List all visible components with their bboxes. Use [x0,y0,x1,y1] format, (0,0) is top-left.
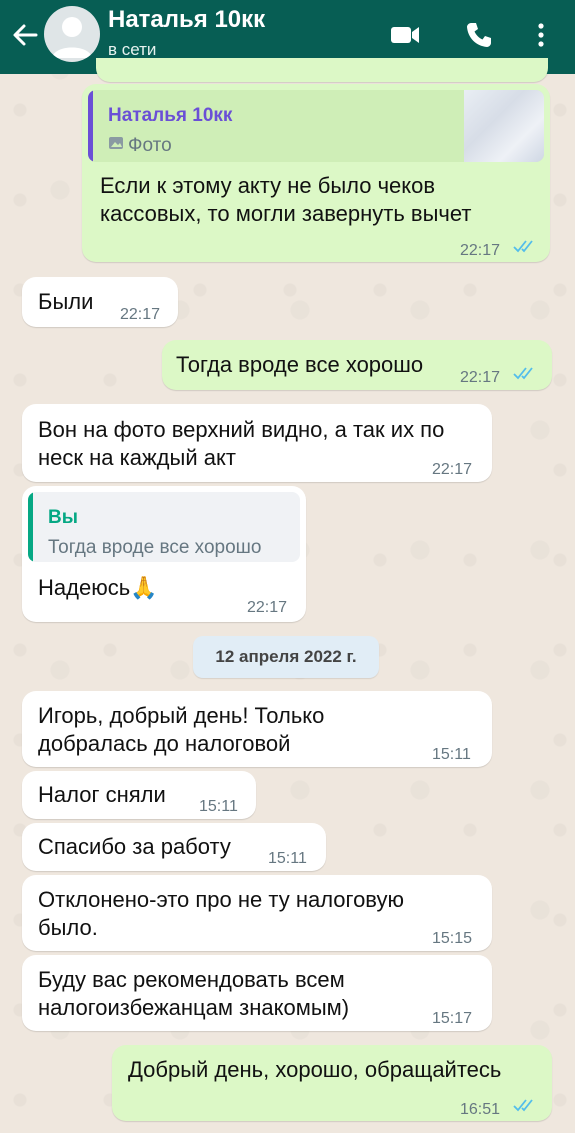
message-bubble-incoming[interactable]: Были 22:17 [22,277,178,327]
message-text: кассовых, то могли завернуть вычет [100,201,472,226]
message-text: Добрый день, хорошо, обращайтесь [128,1057,502,1082]
message-text: Вон на фото верхний видно, а так их по [38,417,445,442]
message-bubble-incoming[interactable]: Буду вас рекомендовать всем налогоизбежа… [22,955,492,1031]
reply-text: Фото [128,135,172,156]
message-time: 15:15 [432,930,473,947]
message-text: Отклонено-это про не ту налоговую [38,887,405,912]
message-text: Буду вас рекомендовать всем [38,967,345,992]
date-separator: 12 апреля 2022 г. [193,636,379,678]
reply-photo-thumbnail[interactable] [464,90,544,162]
message-time: 22:17 [432,461,473,478]
message-time: 22:17 [460,369,501,386]
message-time: 15:11 [268,850,307,867]
message-bubble-incoming[interactable]: Вы Тогда вроде все хорошо Надеюсь🙏 22:17 [22,486,306,622]
message-bubble-outgoing[interactable]: Тогда вроде все хорошо 22:17 [162,340,552,390]
read-ticks-icon [513,1099,533,1112]
message-text: Если к этому акту не было чеков [100,173,436,198]
read-ticks-icon [513,367,533,380]
message-bubble-incoming[interactable]: Спасибо за работу 15:11 [22,823,326,871]
message-time: 15:11 [432,746,471,763]
message-text: налогоизбежанцам знакомым) [38,995,350,1020]
photo-icon [109,137,123,149]
contact-name[interactable]: Наталья 10кк [108,6,265,34]
avatar[interactable] [44,6,100,62]
message-text: Были [38,289,94,314]
message-time: 15:11 [199,798,238,815]
message-text: Тогда вроде все хорошо [176,352,424,377]
message-bubble-outgoing[interactable]: Наталья 10кк Фото Если к этому акту не б… [82,84,550,262]
contact-status: в сети [108,40,157,59]
message-bubble-incoming[interactable]: Налог сняли 15:11 [22,771,256,819]
message-text: неск на каждый акт [38,445,236,470]
reply-quote[interactable]: Вы Тогда вроде все хорошо [28,492,300,562]
phone-icon[interactable] [462,18,496,52]
message-time: 22:17 [120,306,161,323]
message-text: Спасибо за работу [38,834,231,859]
message-time: 15:17 [432,1010,473,1027]
message-bubble-incoming[interactable]: Вон на фото верхний видно, а так их по н… [22,404,492,482]
message-text: Налог сняли [38,782,166,807]
message-text: Надеюсь🙏 [38,575,158,600]
reply-quote[interactable]: Наталья 10кк Фото [88,90,544,162]
message-text: было. [38,915,98,940]
back-arrow-icon[interactable] [8,18,42,52]
message-text: добралась до налоговой [38,731,291,756]
message-bubble-partial [96,58,548,82]
read-ticks-icon [513,240,533,253]
reply-author: Наталья 10кк [108,105,233,126]
message-time: 16:51 [460,1101,501,1118]
reply-author: Вы [48,507,78,528]
message-bubble-incoming[interactable]: Игорь, добрый день! Только добралась до … [22,691,492,767]
reply-text: Тогда вроде все хорошо [48,537,262,558]
message-time: 22:17 [460,242,501,259]
video-call-icon[interactable] [388,18,422,52]
message-time: 22:17 [247,599,288,616]
message-bubble-outgoing[interactable]: Добрый день, хорошо, обращайтесь 16:51 [112,1045,552,1121]
message-bubble-incoming[interactable]: Отклонено-это про не ту налоговую было. … [22,875,492,951]
message-text: Игорь, добрый день! Только [38,703,325,728]
more-menu-icon[interactable] [526,18,556,52]
